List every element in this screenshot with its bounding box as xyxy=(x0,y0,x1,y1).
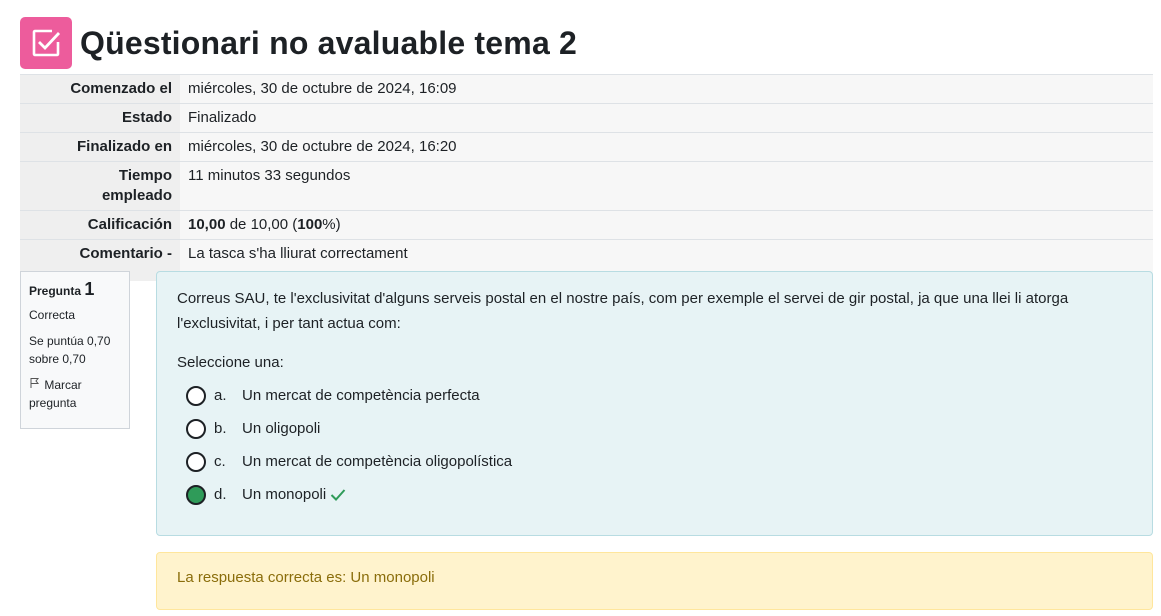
page-title: Qüestionari no avaluable tema 2 xyxy=(80,24,578,61)
summary-row-state: Estado Finalizado xyxy=(20,103,1153,133)
grade-percent: 100 xyxy=(297,216,323,233)
answer-option-c[interactable]: c. Un mercat de competència oligopolísti… xyxy=(177,445,1132,478)
question-grade: Se puntúa 0,70 sobre 0,70 xyxy=(29,334,111,366)
answer-option-d[interactable]: d. Un monopoli xyxy=(177,478,1132,511)
radio-button-selected[interactable] xyxy=(186,484,206,505)
summary-row-started: Comenzado el miércoles, 30 de octubre de… xyxy=(20,74,1153,104)
answer-text: Un mercat de competència oligopolística xyxy=(242,453,513,470)
finished-label: Finalizado en xyxy=(20,132,180,162)
question-text: Correus SAU, te l'exclusivitat d'alguns … xyxy=(177,290,1069,332)
radio-button[interactable] xyxy=(186,418,206,439)
state-label: Estado xyxy=(20,103,180,133)
finished-value: miércoles, 30 de octubre de 2024, 16:20 xyxy=(180,132,1153,162)
radio-button[interactable] xyxy=(186,385,206,406)
answer-letter: b. xyxy=(214,420,227,437)
grade-score: 10,00 xyxy=(188,216,226,233)
question-state: Correcta xyxy=(29,308,76,322)
answer-text: Un monopoli xyxy=(242,486,327,503)
answer-option-a[interactable]: a. Un mercat de competència perfecta xyxy=(177,379,1132,412)
question-info-panel: Pregunta 1 Correcta Se puntúa 0,70 sobre… xyxy=(20,271,130,429)
time-label-line-1: Tiempo xyxy=(118,167,172,184)
state-value: Finalizado xyxy=(180,103,1153,133)
summary-row-finished: Finalizado en miércoles, 30 de octubre d… xyxy=(20,132,1153,162)
answer-option-b[interactable]: b. Un oligopoli xyxy=(177,412,1132,445)
answer-text: Un oligopoli xyxy=(242,420,321,437)
question-number: Pregunta 1 xyxy=(29,280,121,300)
started-label: Comenzado el xyxy=(20,74,180,104)
checkbox-icon xyxy=(20,17,72,69)
answer-letter: c. xyxy=(214,453,226,470)
answer-letter: d. xyxy=(214,486,227,503)
flag-question-link[interactable]: Marcar pregunta xyxy=(29,376,121,412)
correct-answer-feedback: La respuesta correcta es: Un monopoli xyxy=(156,552,1153,610)
answer-prompt: Seleccione una: xyxy=(177,354,284,371)
time-value: 11 minutos 33 segundos xyxy=(180,161,1153,211)
check-icon xyxy=(330,488,346,502)
flag-icon xyxy=(29,378,41,392)
grade-tail: %) xyxy=(322,216,341,233)
attempt-summary-table: Comenzado el miércoles, 30 de octubre de… xyxy=(20,74,1153,281)
grade-of: de 10,00 ( xyxy=(225,216,298,233)
radio-button[interactable] xyxy=(186,451,206,472)
question-formulation: Correus SAU, te l'exclusivitat d'alguns … xyxy=(156,271,1153,536)
time-label-line-2: empleado xyxy=(101,187,172,204)
answer-letter: a. xyxy=(214,387,227,404)
summary-row-grade: Calificación 10,00 de 10,00 (100%) xyxy=(20,210,1153,240)
grade-label: Calificación xyxy=(20,210,180,240)
time-label: Tiempo empleado xyxy=(20,161,180,211)
answer-text: Un mercat de competència perfecta xyxy=(242,387,480,404)
page-header: Qüestionari no avaluable tema 2 xyxy=(20,16,577,70)
answer-list: a. Un mercat de competència perfecta b. … xyxy=(177,379,1132,511)
question-label: Pregunta xyxy=(29,284,82,298)
started-value: miércoles, 30 de octubre de 2024, 16:09 xyxy=(180,74,1153,104)
grade-value: 10,00 de 10,00 (100%) xyxy=(180,210,1153,240)
question-number-value: 1 xyxy=(84,279,95,299)
summary-row-time: Tiempo empleado 11 minutos 33 segundos xyxy=(20,161,1153,211)
